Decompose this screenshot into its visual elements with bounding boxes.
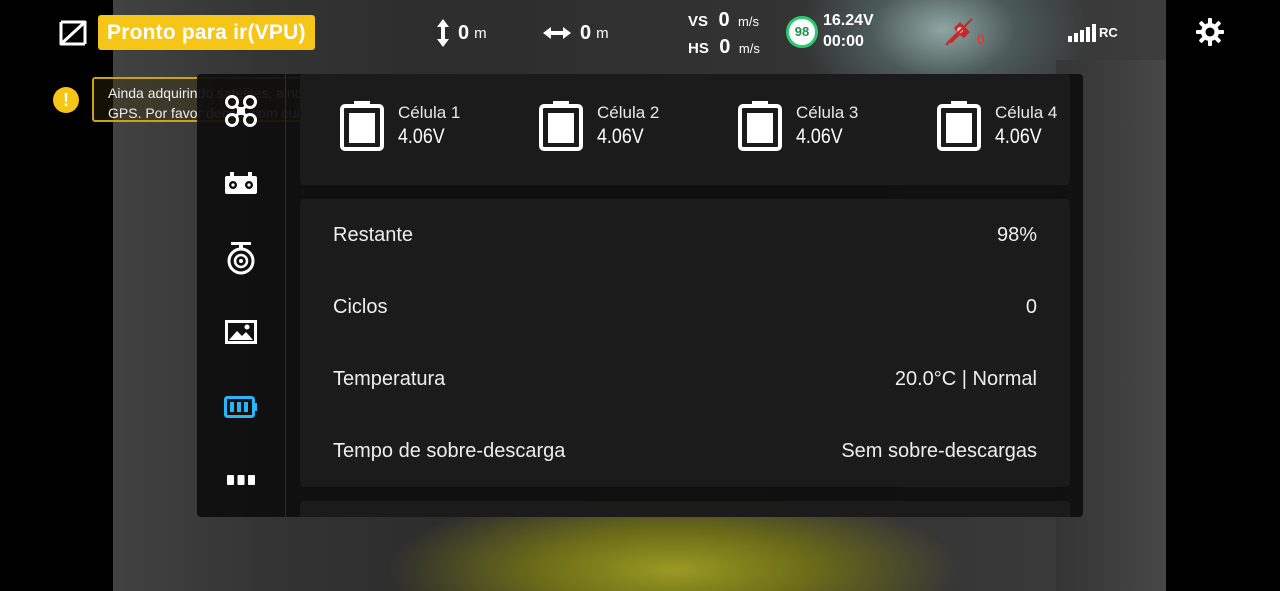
drone-icon	[225, 95, 257, 127]
distance-unit: m	[596, 24, 609, 42]
vs-value: 0	[718, 9, 730, 31]
altitude-value: 0	[458, 21, 470, 44]
cell-battery-icon	[340, 101, 384, 151]
info-label: Ciclos	[333, 296, 388, 318]
nav-item-gimbal-camera[interactable]	[221, 238, 261, 278]
gimbal-camera-icon	[227, 242, 255, 275]
cell-voltages-card: Célula 1 4.06V Célula 2 4.06V Célula 3 4…	[300, 74, 1070, 185]
info-value: 0	[1025, 296, 1037, 318]
distance-arrows-icon	[543, 27, 571, 39]
rc-label: RC	[1099, 25, 1118, 40]
flight-status-badge[interactable]: Pronto para ir(VPU)	[98, 15, 315, 50]
cell-voltage: 4.06V	[995, 125, 1042, 148]
horizontal-speed-readout: HS 0 m/s	[688, 36, 760, 59]
next-settings-card	[300, 501, 1070, 517]
info-label: Temperatura	[333, 368, 446, 390]
hs-label: HS	[688, 40, 709, 57]
app-logo-icon[interactable]	[58, 19, 88, 47]
info-value: Sem sobre-descargas	[841, 440, 1037, 462]
vertical-speed-readout: VS 0 m/s	[688, 9, 759, 32]
cell-voltage: 4.06V	[796, 125, 843, 148]
motor-alarm-icon[interactable]	[943, 16, 975, 48]
cell-name: Célula 3	[796, 103, 859, 122]
distance-value: 0	[580, 21, 592, 44]
gear-icon[interactable]	[1195, 17, 1225, 47]
vs-unit: m/s	[738, 14, 759, 29]
image-icon	[225, 320, 257, 344]
cell-name: Célula 1	[398, 103, 461, 122]
cell-battery-icon	[539, 101, 583, 151]
vs-label: VS	[688, 13, 709, 30]
battery-percent-ring[interactable]: 98	[786, 16, 818, 48]
info-label: Tempo de sobre-descarga	[333, 440, 566, 462]
cell-voltage: 4.06V	[597, 125, 644, 148]
info-value: 20.0°C | Normal	[894, 368, 1037, 390]
alarm-count: 0	[977, 31, 985, 47]
cell-battery-icon	[738, 101, 782, 151]
nav-item-aircraft[interactable]	[221, 91, 261, 131]
info-row-overdischarge: Tempo de sobre-descarga Sem sobre-descar…	[333, 440, 1037, 470]
cell-voltage: 4.06V	[398, 125, 445, 148]
settings-panel: Célula 1 4.06V Célula 2 4.06V Célula 3 4…	[197, 74, 1083, 517]
remote-controller-icon	[225, 172, 257, 194]
cell-name: Célula 4	[995, 103, 1058, 122]
hs-value: 0	[719, 36, 731, 58]
nav-item-battery[interactable]	[221, 387, 261, 427]
altitude-unit: m	[474, 24, 487, 42]
battery-voltage: 16.24V	[823, 12, 874, 29]
info-row-remaining: Restante 98%	[333, 224, 1037, 254]
altitude-readout: 0 m	[436, 0, 487, 66]
battery-info-card: Restante 98% Ciclos 0 Temperatura 20.0°C…	[300, 199, 1070, 487]
cell-name: Célula 2	[597, 103, 660, 122]
info-label: Restante	[333, 224, 414, 246]
more-icon	[227, 475, 255, 485]
rc-signal-icon	[1068, 24, 1096, 42]
info-row-temperature: Temperatura 20.0°C | Normal	[333, 368, 1037, 398]
nav-item-remote-controller[interactable]	[221, 164, 261, 204]
battery-icon	[224, 396, 257, 418]
top-status-bar: Pronto para ir(VPU) 0 m 0 m VS 0 m/s HS …	[0, 0, 1280, 66]
nav-item-more[interactable]	[221, 460, 261, 500]
settings-side-nav	[197, 74, 286, 517]
nav-item-image-transmission[interactable]	[221, 312, 261, 352]
distance-readout: 0 m	[542, 0, 609, 66]
warning-icon: !	[53, 87, 79, 113]
altitude-arrows-icon	[437, 19, 449, 47]
flight-time: 00:00	[823, 33, 864, 50]
hs-unit: m/s	[738, 41, 760, 56]
info-value: 98%	[996, 224, 1037, 246]
cell-battery-icon	[937, 101, 981, 151]
info-row-cycles: Ciclos 0	[333, 296, 1037, 326]
